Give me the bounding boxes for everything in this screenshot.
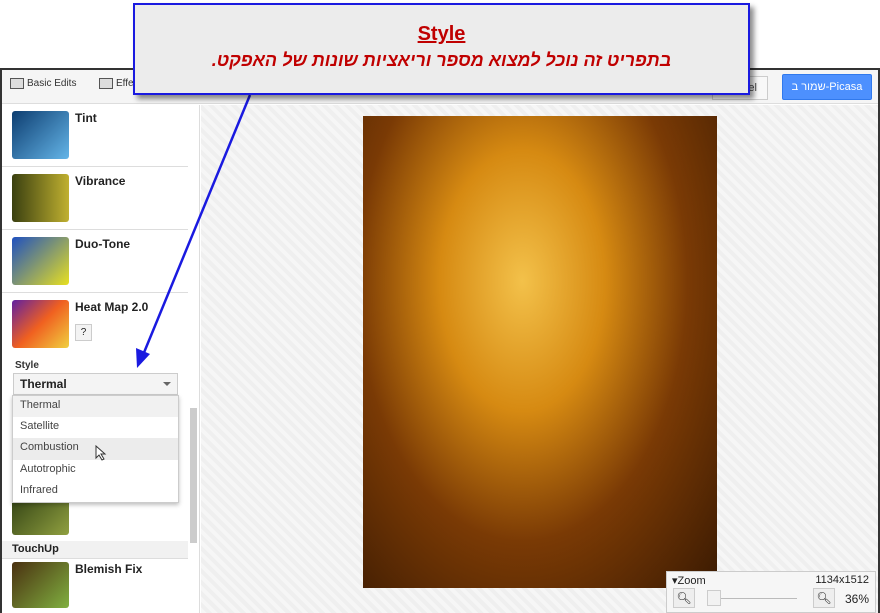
annotation-callout: Style בתפריט זה נוכל למצוא מספר וריאציות… [133, 3, 750, 95]
callout-title: Style [417, 23, 466, 45]
callout-text: בתפריט זה נוכל למצוא מספר וריאציות שונות… [211, 50, 672, 70]
